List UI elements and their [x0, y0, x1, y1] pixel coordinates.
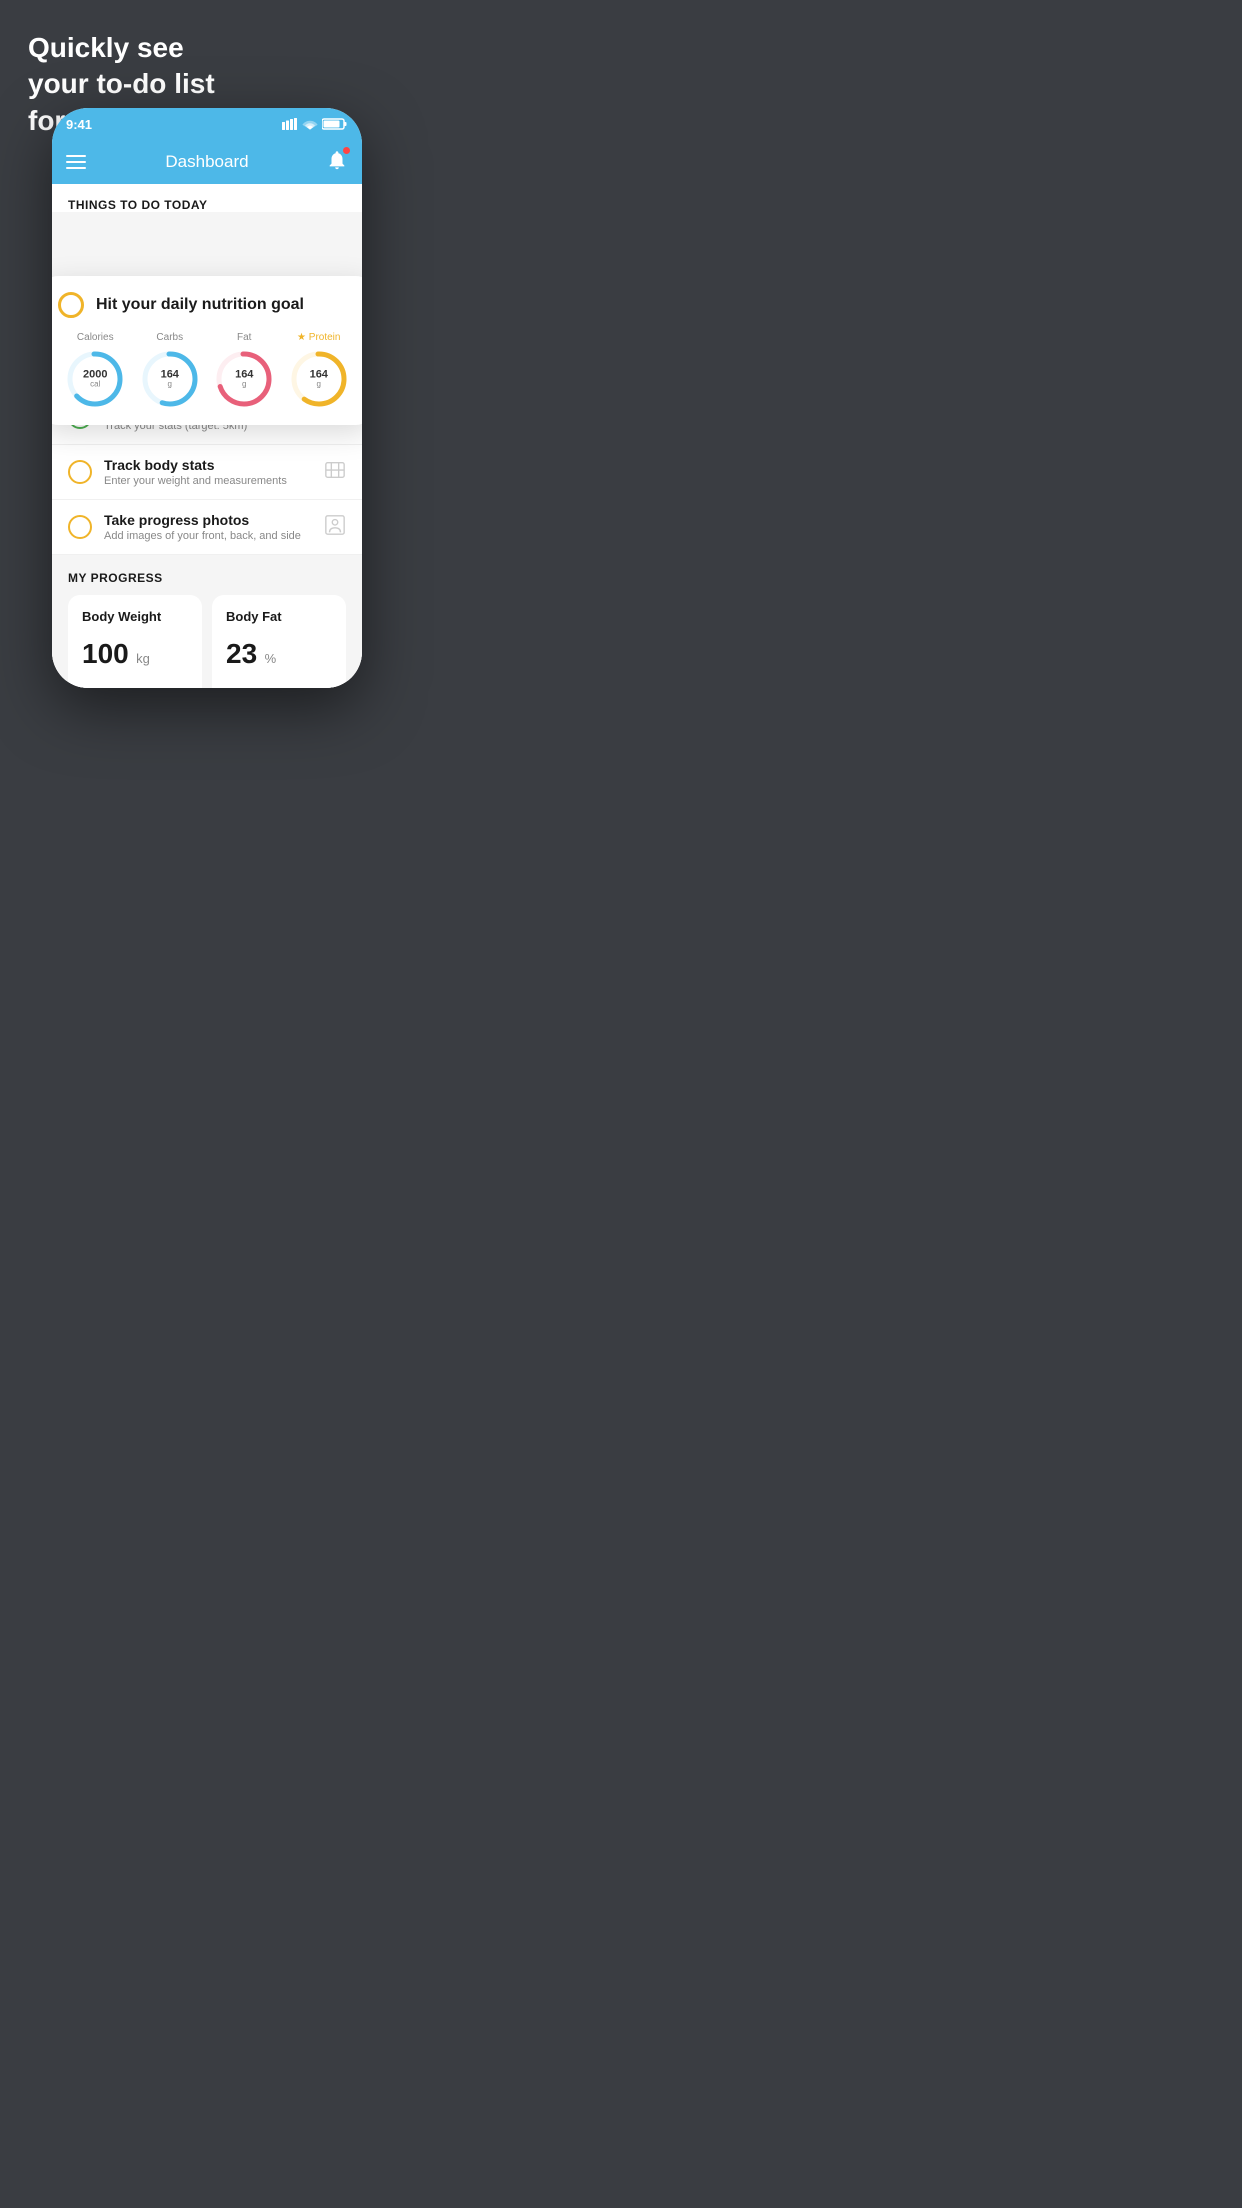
notification-button[interactable]: [326, 149, 348, 176]
status-icons: [282, 118, 348, 130]
person-icon: [324, 514, 346, 541]
calories-value: 2000 cal: [83, 369, 107, 390]
scale-icon: [324, 459, 346, 486]
fat-value: 164 g: [235, 369, 253, 390]
carbs-label: Carbs: [156, 332, 183, 343]
menu-line-3: [66, 167, 86, 169]
protein-value: 164 g: [310, 369, 328, 390]
photos-desc: Add images of your front, back, and side: [104, 530, 312, 542]
star-icon: ★: [297, 332, 306, 343]
progress-title: MY PROGRESS: [68, 571, 346, 585]
body-stats-info: Track body stats Enter your weight and m…: [104, 457, 312, 487]
phone-mockup: 9:41 Dashboar: [52, 108, 362, 688]
card-header: Hit your daily nutrition goal: [58, 292, 356, 318]
nutrition-fat: Fat 164 g: [214, 332, 274, 409]
calories-label: Calories: [77, 332, 114, 343]
protein-circle: 164 g: [289, 349, 349, 409]
header-title: Dashboard: [165, 152, 248, 172]
status-bar: 9:41: [52, 108, 362, 140]
nutrition-carbs: Carbs 164 g: [140, 332, 200, 409]
body-fat-card: Body Fat 23 %: [212, 595, 346, 688]
calories-circle: 2000 cal: [65, 349, 125, 409]
body-stats-check: [68, 460, 92, 484]
nutrition-check-circle[interactable]: [58, 292, 84, 318]
body-weight-chart: [82, 680, 188, 688]
body-stats-title: Track body stats: [104, 457, 312, 473]
body-weight-label: Body Weight: [82, 609, 188, 624]
section-header: THINGS TO DO TODAY: [52, 184, 362, 212]
progress-section: MY PROGRESS Body Weight 100 kg: [52, 555, 362, 688]
section-title: THINGS TO DO TODAY: [68, 198, 346, 212]
body-fat-unit: %: [265, 651, 277, 666]
app-header: Dashboard: [52, 140, 362, 184]
nutrition-protein: ★ Protein 164 g: [289, 332, 349, 409]
body-weight-value-row: 100 kg: [82, 638, 188, 670]
fat-label: Fat: [237, 332, 251, 343]
body-weight-unit: kg: [136, 651, 150, 666]
nutrition-calories: Calories 2000 cal: [65, 332, 125, 409]
photos-check: [68, 515, 92, 539]
body-fat-value-row: 23 %: [226, 638, 332, 670]
phone-content: THINGS TO DO TODAY Hit your daily nutrit…: [52, 184, 362, 688]
carbs-value: 164 g: [161, 369, 179, 390]
card-title: Hit your daily nutrition goal: [96, 296, 304, 314]
carbs-circle: 164 g: [140, 349, 200, 409]
body-stats-desc: Enter your weight and measurements: [104, 475, 312, 487]
task-progress-photos[interactable]: Take progress photos Add images of your …: [52, 500, 362, 555]
progress-cards: Body Weight 100 kg: [68, 595, 346, 688]
photos-title: Take progress photos: [104, 512, 312, 528]
body-fat-chart: [226, 680, 332, 688]
body-weight-card: Body Weight 100 kg: [68, 595, 202, 688]
menu-line-1: [66, 155, 86, 157]
body-fat-label: Body Fat: [226, 609, 332, 624]
fat-circle: 164 g: [214, 349, 274, 409]
menu-button[interactable]: [66, 155, 86, 169]
status-time: 9:41: [66, 117, 92, 132]
photos-info: Take progress photos Add images of your …: [104, 512, 312, 542]
protein-label: ★ Protein: [297, 332, 340, 343]
body-fat-number: 23: [226, 638, 257, 669]
nutrition-card: Hit your daily nutrition goal Calories: [52, 276, 362, 425]
nutrition-grid: Calories 2000 cal: [58, 332, 356, 409]
notification-dot: [343, 147, 350, 154]
body-weight-number: 100: [82, 638, 129, 669]
menu-line-2: [66, 161, 86, 163]
task-body-stats[interactable]: Track body stats Enter your weight and m…: [52, 445, 362, 500]
